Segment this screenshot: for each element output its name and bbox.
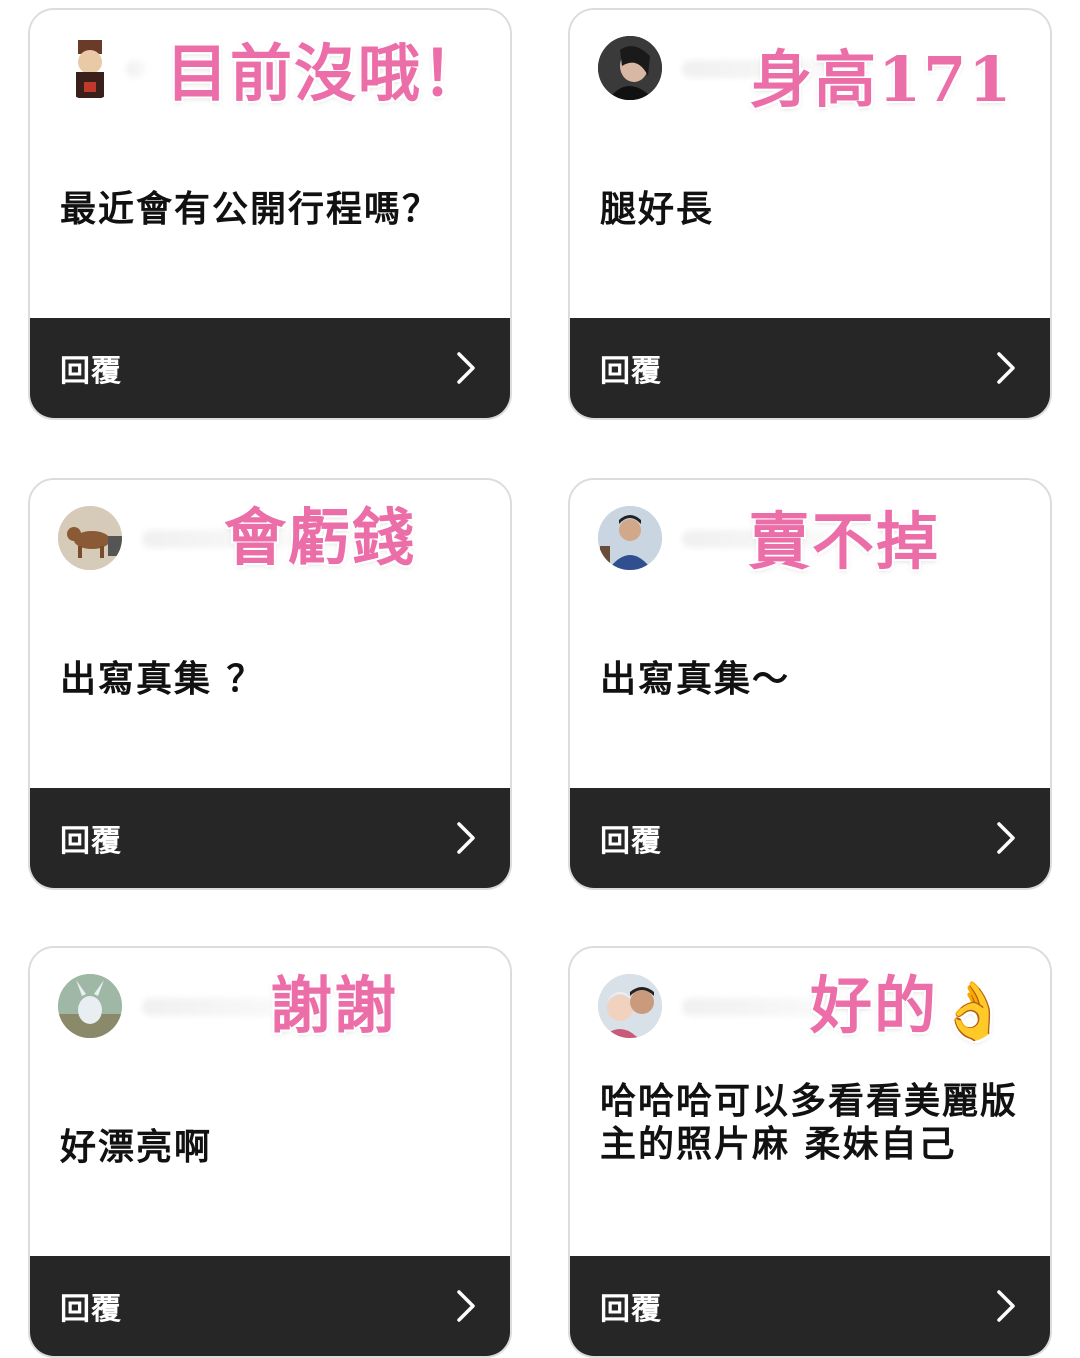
reply-label: 回覆 — [60, 1292, 122, 1327]
question-card-5: 謝謝 好漂亮啊 回覆 — [28, 946, 512, 1358]
answer-sticker: 賣不掉 — [748, 505, 941, 578]
reply-label: 回覆 — [600, 1292, 662, 1327]
reply-button[interactable]: 回覆 — [30, 788, 510, 888]
card-content: 好的👌 哈哈哈可以多看看美麗版主的照片麻 柔妹自己 — [570, 948, 1050, 1258]
reply-button[interactable]: 回覆 — [570, 318, 1050, 418]
answer-sticker-text: 好的 — [810, 969, 939, 1042]
chevron-right-icon — [457, 822, 475, 854]
question-text: 哈哈哈可以多看看美麗版主的照片麻 柔妹自己 — [600, 1081, 1019, 1166]
avatar-image — [58, 506, 122, 570]
answer-sticker: 身高171 — [750, 43, 1014, 116]
reply-label: 回覆 — [60, 354, 122, 389]
answer-sticker: 好的👌 — [810, 970, 1010, 1043]
question-card-2: 身高171 腿好長 回覆 — [568, 8, 1052, 420]
blurred-username — [126, 60, 146, 78]
reply-button[interactable]: 回覆 — [30, 318, 510, 418]
avatar-image — [598, 36, 662, 100]
ok-hand-icon: 👌 — [938, 977, 1010, 1044]
answer-sticker: 目前沒哦！ — [166, 37, 487, 110]
reply-button[interactable]: 回覆 — [570, 1256, 1050, 1356]
avatar-image — [76, 40, 104, 98]
question-text: 出寫真集～ — [600, 659, 791, 700]
chevron-right-icon — [997, 352, 1015, 384]
card-content: 會虧錢 出寫真集 ？ — [30, 480, 510, 790]
avatar[interactable] — [58, 974, 122, 1038]
question-text: 腿好長 — [600, 189, 715, 230]
avatar[interactable] — [58, 506, 122, 570]
chevron-right-icon — [997, 822, 1015, 854]
question-card-6: 好的👌 哈哈哈可以多看看美麗版主的照片麻 柔妹自己 回覆 — [568, 946, 1052, 1358]
question-card-4: 賣不掉 出寫真集～ 回覆 — [568, 478, 1052, 890]
avatar-image — [58, 974, 122, 1038]
avatar[interactable] — [598, 974, 662, 1038]
question-card-1: 目前沒哦！ 最近會有公開行程嗎？ 回覆 — [28, 8, 512, 420]
reply-label: 回覆 — [600, 824, 662, 859]
answer-sticker: 會虧錢 — [224, 501, 417, 574]
reply-label: 回覆 — [60, 824, 122, 859]
avatar[interactable] — [58, 36, 122, 100]
card-content: 身高171 腿好長 — [570, 10, 1050, 320]
avatar-image — [598, 974, 662, 1038]
avatar[interactable] — [598, 506, 662, 570]
question-card-3: 會虧錢 出寫真集 ？ 回覆 — [28, 478, 512, 890]
chevron-right-icon — [997, 1290, 1015, 1322]
question-text: 好漂亮啊 — [60, 1127, 213, 1168]
card-content: 目前沒哦！ 最近會有公開行程嗎？ — [30, 10, 510, 320]
question-text: 最近會有公開行程嗎？ — [60, 189, 441, 230]
chevron-right-icon — [457, 1290, 475, 1322]
reply-button[interactable]: 回覆 — [570, 788, 1050, 888]
card-content: 謝謝 好漂亮啊 — [30, 948, 510, 1258]
avatar-image — [598, 506, 662, 570]
question-text: 出寫真集 ？ — [60, 659, 265, 700]
reply-label: 回覆 — [600, 354, 662, 389]
answer-sticker: 謝謝 — [270, 969, 399, 1042]
chevron-right-icon — [457, 352, 475, 384]
card-content: 賣不掉 出寫真集～ — [570, 480, 1050, 790]
reply-button[interactable]: 回覆 — [30, 1256, 510, 1356]
avatar[interactable] — [598, 36, 662, 100]
